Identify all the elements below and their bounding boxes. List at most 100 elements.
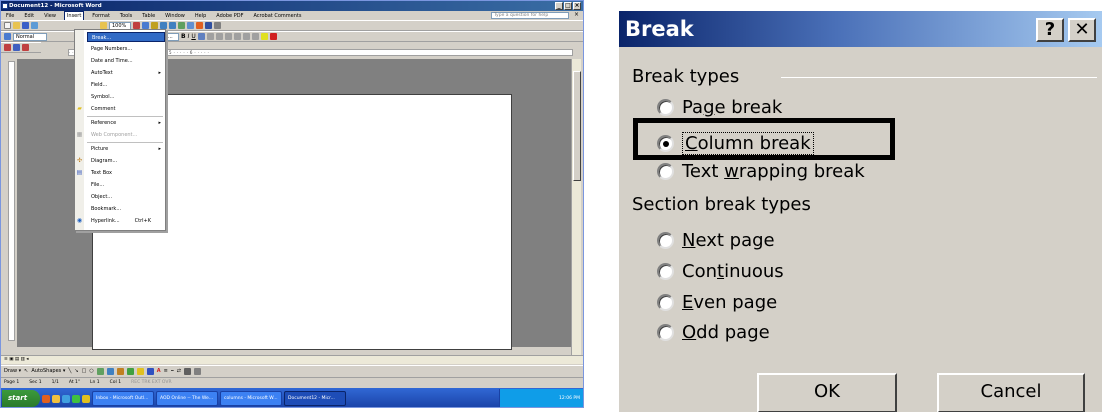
scrollbar-thumb[interactable] (573, 71, 581, 181)
paragraph-icon[interactable] (214, 22, 221, 29)
clipart-icon[interactable] (126, 367, 134, 375)
menu-item-comment[interactable]: Comment (87, 104, 165, 114)
menu-file[interactable]: File (4, 12, 16, 20)
styles-pane-icon[interactable] (4, 33, 11, 40)
align-right-icon[interactable] (215, 33, 223, 40)
task-columns[interactable]: columns - Microsoft W... (220, 391, 282, 406)
fill-color-icon[interactable] (136, 367, 144, 375)
style-select[interactable]: Normal (13, 32, 47, 41)
drawing-icon[interactable] (196, 22, 203, 29)
italic-icon[interactable]: I (188, 33, 190, 40)
menu-insert[interactable]: Insert (63, 10, 85, 21)
autoshapes-menu[interactable]: AutoShapes ▾ (31, 368, 65, 374)
comment-icon[interactable] (22, 44, 29, 51)
menu-item-date-time[interactable]: Date and Time... (87, 56, 165, 66)
quicklaunch-media-icon[interactable] (82, 394, 90, 403)
columns-icon[interactable] (187, 22, 194, 29)
email-icon[interactable] (31, 22, 38, 29)
cancel-button[interactable]: Cancel (937, 373, 1085, 412)
menu-item-diagram[interactable]: Diagram... (87, 156, 165, 166)
menu-item-reference[interactable]: Reference ▸ (87, 118, 165, 128)
menu-item-hyperlink[interactable]: Hyperlink... Ctrl+K (87, 216, 165, 226)
radio-next-page[interactable] (657, 232, 674, 249)
table-icon[interactable] (142, 22, 149, 29)
task-aod-online[interactable]: AOD Online -- The We... (156, 391, 218, 406)
bullets-icon[interactable] (242, 33, 250, 40)
menu-window[interactable]: Window (163, 12, 187, 20)
menu-view[interactable]: View (42, 12, 58, 20)
menu-item-field[interactable]: Field... (87, 80, 165, 90)
menu-help[interactable]: Help (193, 12, 208, 20)
menu-tools[interactable]: Tools (118, 12, 134, 20)
help-search-input[interactable]: Type a question for help (491, 12, 569, 19)
align-left-icon[interactable] (197, 33, 205, 40)
quicklaunch-firefox-icon[interactable] (42, 394, 50, 403)
menu-item-file[interactable]: File... (87, 180, 165, 190)
quicklaunch-ie-icon[interactable] (62, 394, 70, 403)
menu-table[interactable]: Table (140, 12, 157, 20)
line-color-icon[interactable] (146, 367, 154, 375)
reviewing-icon[interactable] (13, 44, 20, 51)
shadow-icon[interactable] (183, 367, 191, 375)
quicklaunch-folder-icon[interactable] (52, 394, 60, 403)
menu-item-page-numbers[interactable]: Page Numbers... (87, 44, 165, 54)
radio-page-break[interactable] (657, 99, 674, 116)
option-continuous[interactable]: Continuous (657, 261, 784, 282)
menu-item-symbol[interactable]: Symbol... (87, 92, 165, 102)
radio-continuous[interactable] (657, 263, 674, 280)
option-next-page[interactable]: Next page (657, 230, 775, 251)
radio-even-page[interactable] (657, 294, 674, 311)
underline-icon[interactable]: U (191, 33, 195, 40)
menu-item-break[interactable]: Break... (87, 32, 165, 42)
vertical-ruler[interactable] (8, 61, 15, 341)
menu-edit[interactable]: Edit (22, 12, 36, 20)
option-page-break[interactable]: Page break (657, 97, 782, 118)
start-button[interactable]: start (2, 390, 40, 407)
textbox-icon[interactable] (96, 367, 104, 375)
numbering-icon[interactable] (233, 33, 241, 40)
menu-acrobat-comments[interactable]: Acrobat Comments (251, 12, 303, 20)
menu-adobe-pdf[interactable]: Adobe PDF (214, 12, 245, 20)
draw-menu[interactable]: Draw ▾ (4, 368, 21, 374)
maximize-icon[interactable]: □ (564, 2, 572, 10)
new-document-icon[interactable] (4, 22, 11, 29)
oval-icon[interactable]: ○ (89, 368, 93, 374)
ok-button[interactable]: OK (757, 373, 897, 412)
3d-icon[interactable] (193, 367, 201, 375)
close-icon[interactable]: ✕ (1068, 18, 1096, 42)
draw-font-color-icon[interactable]: A (157, 368, 161, 374)
menu-item-autotext[interactable]: AutoText ▸ (87, 68, 165, 78)
option-text-wrapping-break[interactable]: Text wrapping break (657, 161, 865, 182)
document-close-icon[interactable]: × (574, 11, 579, 18)
line-style-icon[interactable]: ≡ (164, 368, 168, 374)
open-icon[interactable] (13, 22, 20, 29)
close-icon[interactable]: × (573, 2, 581, 10)
diagram-icon[interactable] (116, 367, 124, 375)
track-changes-icon[interactable] (4, 44, 11, 51)
undo-icon[interactable] (160, 22, 167, 29)
read-icon[interactable] (133, 22, 140, 29)
justify-icon[interactable] (224, 33, 232, 40)
line-icon[interactable]: ╲ (68, 368, 71, 374)
task-document12[interactable]: Document12 - Micr... (284, 391, 346, 406)
vertical-scrollbar[interactable] (571, 59, 581, 357)
radio-odd-page[interactable] (657, 324, 674, 341)
redo-icon[interactable] (169, 22, 176, 29)
menu-item-bookmark[interactable]: Bookmark... (87, 204, 165, 214)
menu-item-object[interactable]: Object... (87, 192, 165, 202)
option-odd-page[interactable]: Odd page (657, 322, 770, 343)
minimize-icon[interactable]: _ (555, 2, 563, 10)
quicklaunch-messenger-icon[interactable] (72, 394, 80, 403)
view-mode-icons[interactable]: ≡ ▣ ▤ ▥ ◂ (4, 357, 29, 362)
radio-text-wrapping-break[interactable] (657, 163, 674, 180)
indent-icon[interactable] (251, 33, 259, 40)
highlight-icon[interactable] (260, 33, 268, 40)
menu-format[interactable]: Format (90, 12, 112, 20)
arrow-style-icon[interactable]: ⇄ (177, 368, 181, 374)
menu-item-picture[interactable]: Picture ▸ (87, 144, 165, 154)
option-even-page[interactable]: Even page (657, 292, 777, 313)
insert-table-icon[interactable] (178, 22, 185, 29)
wordart-icon[interactable] (106, 367, 114, 375)
menu-item-text-box[interactable]: Text Box (87, 168, 165, 178)
document-map-icon[interactable] (205, 22, 212, 29)
